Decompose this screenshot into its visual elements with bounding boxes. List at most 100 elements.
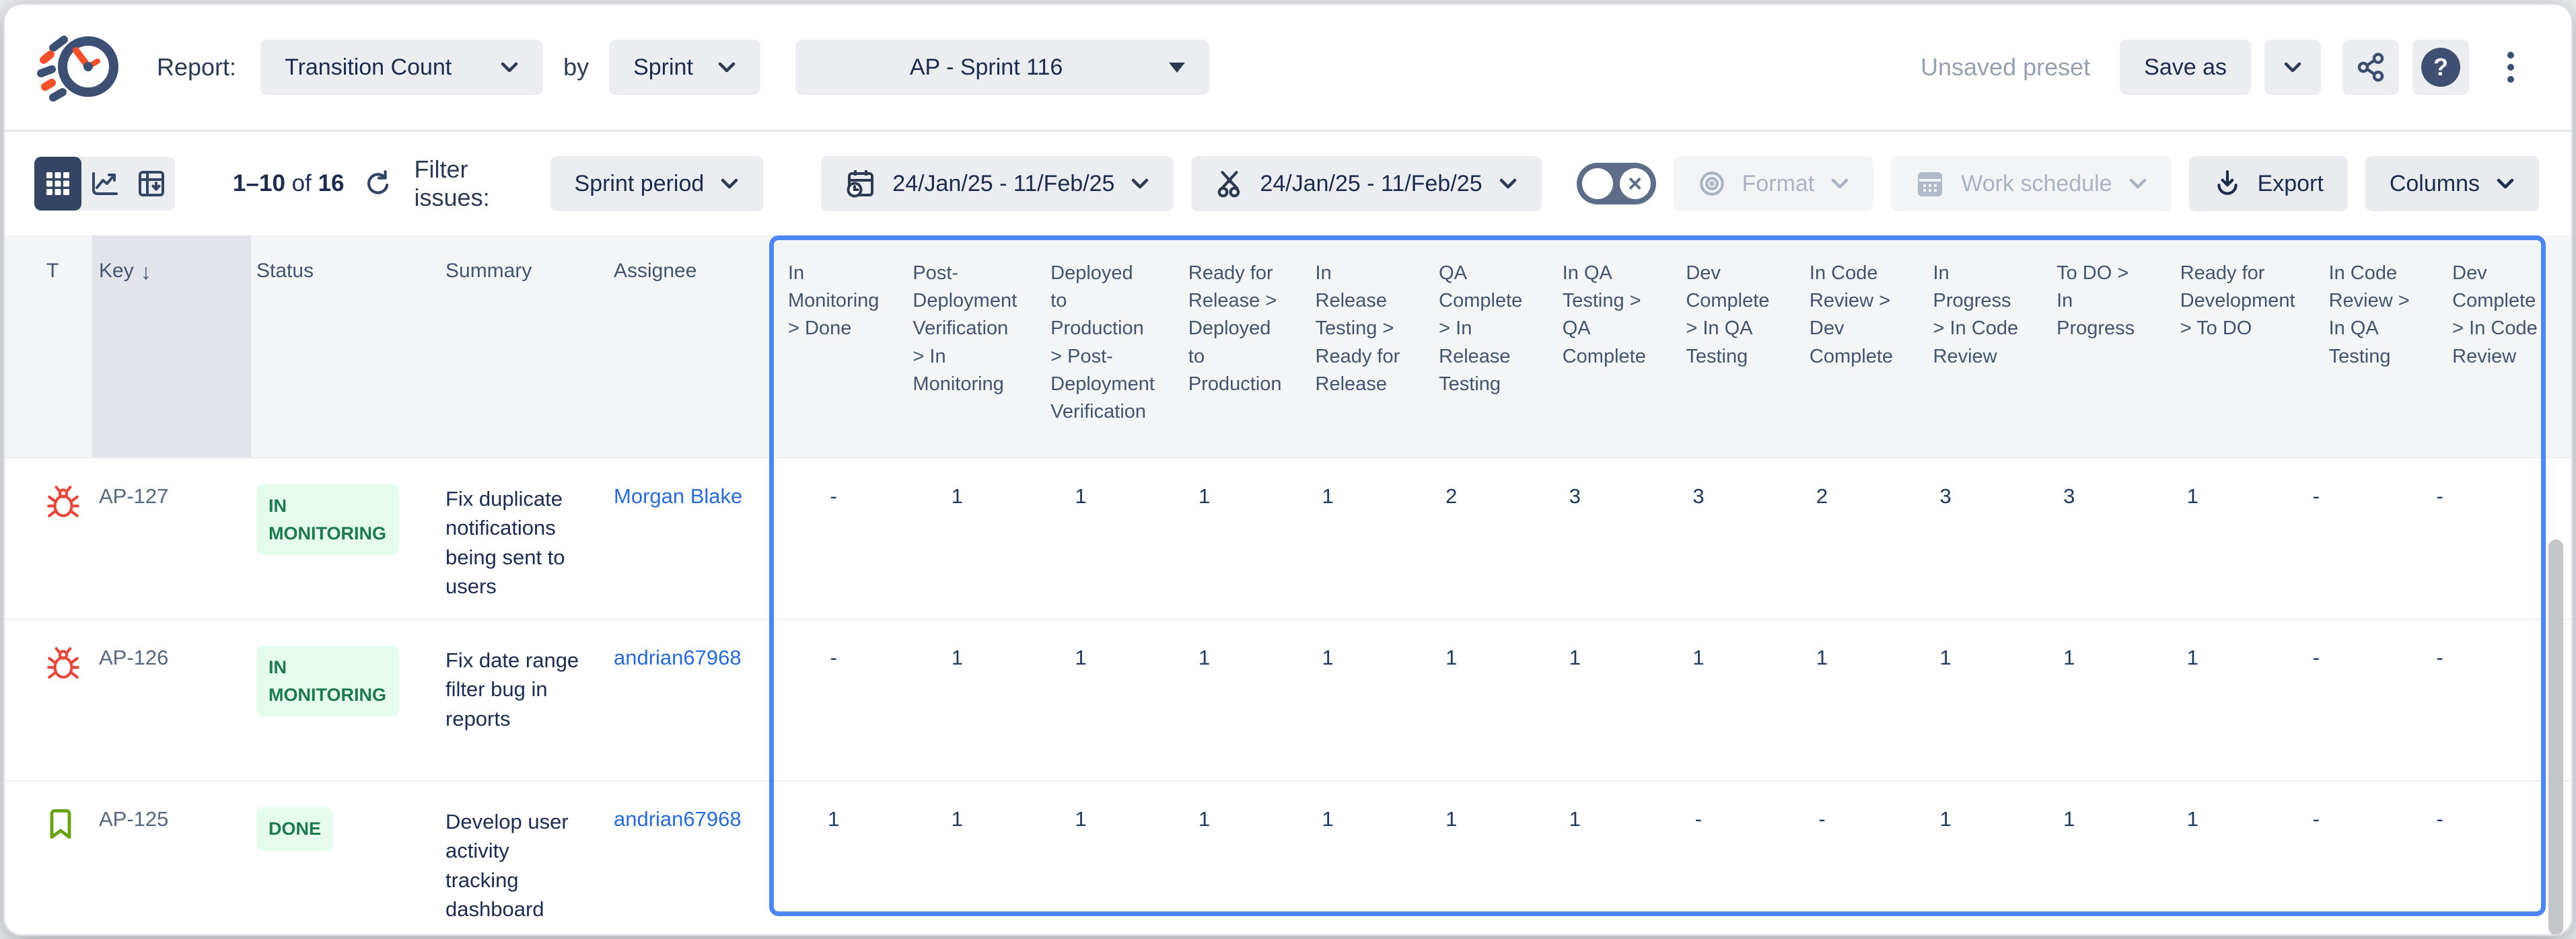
- table-header-row: T Key ↓ Status Summary Assignee In Monit…: [5, 235, 2571, 457]
- format-target-icon: [1698, 170, 1726, 198]
- transition-column-header[interactable]: In Monitoring > Done: [772, 235, 896, 457]
- issue-key[interactable]: AP-127: [92, 459, 251, 619]
- more-menu-button[interactable]: [2482, 40, 2539, 95]
- status-cell: IN MONITORING: [251, 620, 440, 780]
- toolbar: 1–10 of 16 Filter issues: Sprint period …: [5, 132, 2571, 235]
- trim-range-select[interactable]: 24/Jan/25 - 11/Feb/25: [1191, 156, 1541, 211]
- chevron-down-icon: [1131, 178, 1149, 190]
- transition-count-cell: 3: [1884, 459, 2007, 619]
- transition-column-header[interactable]: Dev Complete > In QA Testing: [1670, 235, 1793, 457]
- transition-column-header[interactable]: In QA Testing > QA Complete: [1546, 235, 1670, 457]
- transition-column-header[interactable]: QA Complete > In Release Testing: [1423, 235, 1546, 457]
- transition-count-cell: 1: [896, 459, 1019, 619]
- pivot-table-icon: [137, 169, 166, 198]
- sprint-select[interactable]: AP - Sprint 116: [795, 40, 1209, 95]
- issue-key[interactable]: AP-125: [92, 782, 251, 936]
- chevron-down-icon: [1499, 178, 1517, 190]
- toggle-x-icon: ×: [1620, 168, 1651, 199]
- table-row: AP-125DONE Develop user activity tracking…: [5, 780, 2571, 936]
- filter-period-select[interactable]: Sprint period: [550, 156, 764, 211]
- toggle-knob: [1582, 168, 1613, 199]
- report-type-select[interactable]: Transition Count: [260, 40, 543, 95]
- chevron-down-icon: [2283, 61, 2302, 73]
- report-card: Report: Transition Count by Sprint AP - …: [3, 3, 2573, 936]
- transition-count-cell: 1: [1266, 620, 1390, 780]
- save-as-dropdown-button[interactable]: [2264, 40, 2321, 95]
- refresh-button[interactable]: [363, 170, 392, 198]
- transition-column-header[interactable]: Ready for Development > To DO: [2164, 235, 2313, 457]
- chevron-down-icon: [720, 178, 739, 190]
- transition-count-cell: 1: [1143, 782, 1266, 936]
- transition-count-cell: 1: [1390, 782, 1513, 936]
- summary-column-header[interactable]: Summary: [440, 235, 596, 457]
- transition-count-cell: -: [1760, 782, 1884, 936]
- table-view-button[interactable]: [34, 157, 81, 211]
- vertical-scrollbar[interactable]: [2548, 539, 2563, 935]
- status-column-header[interactable]: Status: [251, 235, 440, 457]
- transition-column-header[interactable]: Deployed to Production > Post-Deployment…: [1034, 235, 1172, 457]
- transition-column-header[interactable]: In Release Testing > Ready for Release: [1299, 235, 1423, 457]
- issue-summary: Fix duplicate notifications being sent t…: [440, 459, 596, 619]
- transition-column-header[interactable]: Dev Complete > In Code Review: [2436, 235, 2544, 457]
- pivot-view-button[interactable]: [128, 157, 175, 211]
- transition-count-cell: 1: [2007, 782, 2131, 936]
- transition-values: 1111111--111--: [772, 782, 2544, 936]
- transition-count-cell: [2501, 782, 2544, 936]
- assignee-link[interactable]: andrian67968: [596, 620, 772, 780]
- transition-count-cell: 1: [1637, 620, 1760, 780]
- transition-count-cell: -: [2378, 459, 2502, 619]
- transition-count-cell: 1: [2131, 782, 2255, 936]
- story-icon: [46, 807, 92, 841]
- key-column-header[interactable]: Key ↓: [92, 235, 251, 457]
- export-icon: [2213, 169, 2242, 198]
- group-by-select[interactable]: Sprint: [609, 40, 760, 95]
- transition-count-cell: -: [772, 459, 896, 619]
- status-badge: IN MONITORING: [256, 484, 399, 555]
- share-icon: [2357, 52, 2385, 82]
- issue-key[interactable]: AP-126: [92, 620, 251, 780]
- date-range-select[interactable]: 24/Jan/25 - 11/Feb/25: [821, 156, 1174, 211]
- status-badge: DONE: [256, 807, 333, 851]
- assignee-column-header[interactable]: Assignee: [596, 235, 772, 457]
- report-table: T Key ↓ Status Summary Assignee In Monit…: [5, 235, 2571, 936]
- transition-column-header[interactable]: To DO > In Progress: [2040, 235, 2164, 457]
- sort-desc-icon: ↓: [141, 260, 151, 285]
- work-schedule-select[interactable]: Work schedule: [1891, 156, 2171, 211]
- bug-icon: [46, 484, 92, 519]
- transition-column-header[interactable]: Post-Deployment Verification > In Monito…: [896, 235, 1034, 457]
- pagination: 1–10 of 16: [233, 170, 344, 197]
- transition-count-cell: 1: [1143, 620, 1266, 780]
- columns-select[interactable]: Columns: [2365, 156, 2539, 211]
- grid-view-icon: [44, 170, 71, 197]
- transition-count-cell: 1: [2007, 620, 2131, 780]
- type-column-header[interactable]: T: [34, 235, 92, 457]
- transition-values: -11111111111--: [772, 620, 2544, 780]
- multi-visit-toggle[interactable]: ×: [1577, 163, 1656, 204]
- format-select[interactable]: Format: [1674, 156, 1874, 211]
- sprint-value: AP - Sprint 116: [820, 54, 1153, 81]
- chevron-down-icon: [2496, 178, 2515, 190]
- transition-count-cell: 1: [1513, 620, 1637, 780]
- issue-summary: Develop user activity tracking dashboard: [440, 782, 596, 936]
- transition-count-cell: 1: [1019, 620, 1143, 780]
- bug-icon-cell: [34, 459, 92, 619]
- transition-column-header[interactable]: In Code Review > Dev Complete: [1793, 235, 1917, 457]
- save-as-button[interactable]: Save as: [2120, 40, 2251, 95]
- transition-count-cell: 1: [772, 782, 896, 936]
- trim-range-value: 24/Jan/25 - 11/Feb/25: [1260, 171, 1482, 197]
- status-badge: IN MONITORING: [256, 646, 399, 716]
- assignee-link[interactable]: andrian67968: [596, 782, 772, 936]
- issue-summary: Fix date range filter bug in reports: [440, 620, 596, 780]
- transition-column-header[interactable]: In Code Review > In QA Testing: [2313, 235, 2437, 457]
- transition-count-cell: [2501, 459, 2544, 619]
- assignee-link[interactable]: Morgan Blake: [596, 459, 772, 619]
- transition-column-header[interactable]: In Progress > In Code Review: [1917, 235, 2041, 457]
- chart-view-button[interactable]: [81, 157, 129, 211]
- filter-issues-label: Filter issues:: [415, 155, 533, 212]
- transition-count-cell: 1: [1884, 620, 2007, 780]
- share-button[interactable]: [2342, 40, 2399, 95]
- help-button[interactable]: ?: [2412, 40, 2469, 95]
- export-button[interactable]: Export: [2189, 156, 2348, 211]
- transition-column-header[interactable]: Ready for Release > Deployed to Producti…: [1172, 235, 1299, 457]
- calendar-icon: [1915, 168, 1945, 199]
